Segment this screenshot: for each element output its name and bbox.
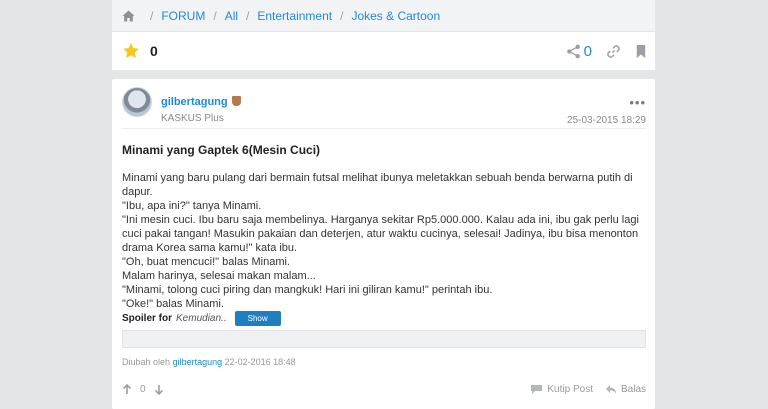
post-line: "Ini mesin cuci. Ibu baru saja membeliny…: [122, 214, 639, 254]
username-row: gilbertagung: [161, 96, 241, 108]
edited-by-link[interactable]: gilbertagung: [173, 357, 223, 367]
reply-button[interactable]: Balas: [605, 384, 646, 395]
spoiler-content-box: [122, 330, 646, 348]
share-count: 0: [583, 42, 592, 60]
edited-date: 22-02-2016 18:48: [224, 357, 296, 367]
post-line: "Ibu, apa ini?" tanya Minami.: [122, 200, 262, 212]
breadcrumb-entertainment[interactable]: Entertainment: [257, 9, 332, 23]
bookmark-icon[interactable]: [635, 44, 647, 59]
avatar[interactable]: [122, 87, 152, 117]
breadcrumb-separator: /: [246, 8, 250, 23]
share-button[interactable]: 0: [566, 43, 592, 60]
spoiler: Spoiler for Kemudian.. Show: [122, 311, 281, 326]
post-line: Malam harinya, selesai makan malam...: [122, 270, 316, 282]
breadcrumb-separator: /: [340, 8, 344, 23]
post-header: gilbertagung KASKUS Plus ••• 25-03-2015 …: [122, 87, 646, 129]
star-icon[interactable]: [122, 42, 140, 60]
spoiler-title: Kemudian..: [176, 313, 227, 324]
post-line: Minami yang baru pulang dari bermain fut…: [122, 172, 633, 198]
reply-label: Balas: [620, 383, 646, 395]
breadcrumb-separator: /: [213, 8, 217, 23]
breadcrumb-forum[interactable]: FORUM: [161, 9, 205, 23]
post-body: Minami yang baru pulang dari bermain fut…: [122, 171, 642, 311]
header-divider: [122, 128, 646, 129]
arrow-up-icon[interactable]: [122, 383, 132, 395]
vote-count: 0: [140, 383, 146, 395]
quote-label: Kutip Post: [547, 383, 593, 395]
rating-count: 0: [150, 43, 158, 59]
post-date: 25-03-2015 18:29: [567, 115, 646, 126]
post-line: "Minami, tolong cuci piring dan mangkuk!…: [122, 284, 493, 296]
vote-controls: 0: [122, 383, 164, 395]
reply-icon: [605, 384, 616, 394]
user-subtitle: KASKUS Plus: [161, 113, 224, 124]
post-actions: Kutip Post Balas: [530, 384, 646, 395]
breadcrumb: / FORUM / All / Entertainment / Jokes & …: [112, 0, 655, 31]
post-card: gilbertagung KASKUS Plus ••• 25-03-2015 …: [112, 79, 655, 409]
arrow-down-icon[interactable]: [154, 384, 164, 395]
edited-note: Diubah oleh gilbertagung 22-02-2016 18:4…: [122, 357, 296, 367]
username-link[interactable]: gilbertagung: [161, 96, 228, 108]
breadcrumb-separator: /: [150, 8, 154, 23]
spoiler-label: Spoiler for: [122, 313, 173, 324]
home-icon[interactable]: [122, 10, 135, 22]
quote-icon: [531, 384, 543, 394]
edited-prefix: Diubah oleh: [122, 357, 171, 367]
breadcrumb-jokes-cartoon[interactable]: Jokes & Cartoon: [351, 9, 440, 23]
post-line: "Oke!" balas Minami.: [122, 298, 224, 310]
link-icon[interactable]: [606, 44, 621, 59]
post-footer: 0 Kutip Post Balas: [122, 381, 646, 397]
post-line: "Oh, buat mencuci!" balas Minami.: [122, 256, 290, 268]
breadcrumb-all[interactable]: All: [225, 9, 238, 23]
thread-action-bar: 0 0: [112, 32, 655, 70]
post-title: Minami yang Gaptek 6(Mesin Cuci): [122, 143, 321, 157]
share-icon: [566, 44, 580, 58]
spoiler-show-button[interactable]: Show: [234, 311, 281, 326]
more-options-button[interactable]: •••: [629, 95, 646, 110]
quote-post-button[interactable]: Kutip Post: [530, 384, 593, 395]
badge-icon: [231, 96, 241, 106]
